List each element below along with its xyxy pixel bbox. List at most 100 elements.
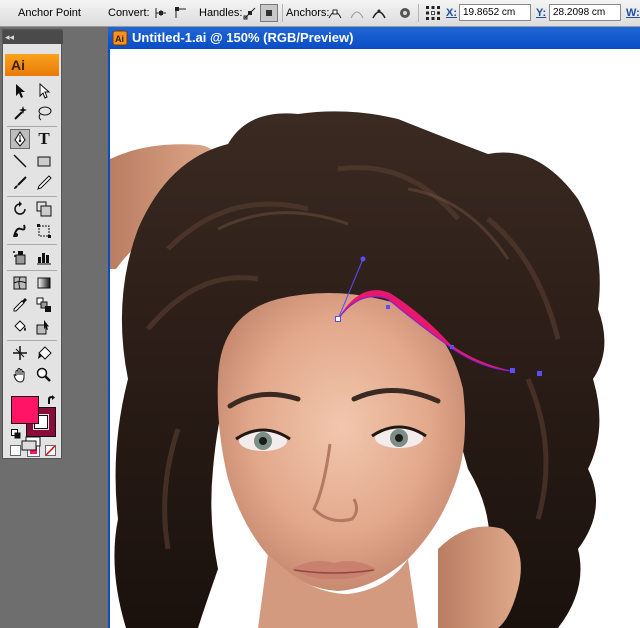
- warp-tool[interactable]: [10, 221, 30, 241]
- y-label: Y:: [536, 7, 547, 19]
- none-slash-icon: [46, 446, 55, 455]
- hide-handles-icon: [266, 10, 272, 16]
- separator: [7, 270, 57, 271]
- line-segment-tool[interactable]: [10, 151, 30, 171]
- mesh-icon: [13, 276, 27, 290]
- rectangle-tool[interactable]: [34, 151, 54, 171]
- slice-icon: [13, 346, 27, 360]
- eraser-tool[interactable]: [34, 343, 54, 363]
- hand-tool[interactable]: [10, 365, 30, 385]
- type-tool-glyph: T: [38, 129, 50, 148]
- isolate-button[interactable]: [396, 4, 414, 22]
- direct-selection-arrow-icon: [39, 83, 51, 99]
- blend-icon: [36, 297, 51, 312]
- ai-document-icon: Ai: [112, 30, 128, 46]
- anchor-point[interactable]: [386, 305, 390, 309]
- anchor-point[interactable]: [450, 345, 454, 349]
- lasso-icon: [38, 106, 52, 121]
- slice-tool[interactable]: [10, 343, 30, 363]
- eyedropper-tool[interactable]: [10, 295, 30, 315]
- convert-to-corner-button[interactable]: [152, 4, 170, 22]
- selection-tool[interactable]: [10, 81, 30, 101]
- eyedropper-icon: [13, 298, 27, 312]
- rotate-tool[interactable]: [10, 199, 30, 219]
- magic-wand-tool[interactable]: [10, 103, 30, 123]
- paint-bucket-icon: [14, 320, 26, 332]
- bezier-handle[interactable]: [360, 256, 366, 262]
- document-title: Untitled-1.ai @ 150% (RGB/Preview): [132, 30, 354, 45]
- convert-to-smooth-button[interactable]: [172, 4, 190, 22]
- direct-selection-tool[interactable]: [34, 81, 54, 101]
- w-label: W:: [626, 7, 640, 19]
- hide-handles-button[interactable]: [260, 4, 278, 22]
- document-titlebar[interactable]: Ai Untitled-1.ai @ 150% (RGB/Preview): [108, 27, 640, 49]
- eraser-icon: [38, 346, 52, 360]
- screen-mode-icon: [21, 436, 41, 451]
- type-tool[interactable]: T: [34, 129, 54, 149]
- screen-mode-button[interactable]: [20, 436, 42, 452]
- scale-tool[interactable]: [34, 199, 54, 219]
- anchor-point[interactable]: [510, 368, 515, 373]
- app-logo: Ai: [5, 54, 59, 76]
- tool-name-label: Anchor Point: [18, 7, 81, 19]
- convert-corner-icon: [155, 8, 166, 18]
- symbol-sprayer-icon: [13, 251, 26, 265]
- pencil-icon: [37, 175, 52, 190]
- live-paint-selection-tool[interactable]: [34, 317, 54, 337]
- swap-fill-stroke-icon[interactable]: [47, 392, 57, 404]
- reference-point-icon: [426, 6, 440, 20]
- document-window-edge: [108, 49, 110, 628]
- handles-label: Handles:: [199, 7, 243, 19]
- x-label: X:: [446, 7, 457, 19]
- y-position-field[interactable]: 28.2098 cm: [549, 4, 621, 21]
- pen-tool[interactable]: [10, 129, 30, 149]
- reference-point-button[interactable]: [424, 4, 442, 22]
- mesh-tool[interactable]: [10, 273, 30, 293]
- scale-icon: [36, 201, 52, 217]
- hand-icon: [13, 368, 25, 383]
- rotate-icon: [14, 201, 26, 215]
- gradient-icon: [37, 277, 51, 289]
- convert-label: Convert:: [108, 7, 150, 19]
- control-bar: Anchor Point Convert: Handles: Anchors: …: [0, 0, 640, 27]
- lasso-tool[interactable]: [34, 103, 54, 123]
- zoom-tool[interactable]: [34, 365, 54, 385]
- separator: [7, 340, 57, 341]
- live-paint-bucket-tool[interactable]: [10, 317, 30, 337]
- x-position-field[interactable]: 19.8652 cm: [459, 4, 531, 21]
- none-mode-button[interactable]: [45, 445, 56, 456]
- connect-path-icon: [372, 9, 386, 19]
- convert-smooth-icon: [175, 7, 186, 18]
- artboard-canvas[interactable]: [108, 49, 640, 628]
- column-graph-tool[interactable]: [34, 247, 54, 267]
- anchor-point[interactable]: [335, 316, 341, 322]
- fill-swatch[interactable]: [11, 396, 39, 424]
- show-handles-icon: [243, 7, 256, 20]
- blend-tool[interactable]: [34, 295, 54, 315]
- show-handles-button[interactable]: [241, 4, 259, 22]
- isolate-icon: [400, 8, 410, 18]
- gradient-tool[interactable]: [34, 273, 54, 293]
- live-paint-selection-icon: [36, 320, 49, 335]
- symbol-sprayer-tool[interactable]: [10, 247, 30, 267]
- free-transform-icon: [37, 224, 51, 238]
- default-colors-icon[interactable]: [11, 426, 21, 439]
- paintbrush-tool[interactable]: [10, 173, 30, 193]
- panel-collapse-grip[interactable]: ◂◂: [3, 30, 63, 44]
- remove-anchor-icon: [328, 9, 342, 19]
- selection-arrow-icon: [16, 84, 25, 98]
- connect-path-button[interactable]: [370, 4, 388, 22]
- pencil-tool[interactable]: [34, 173, 54, 193]
- separator: [282, 4, 283, 22]
- cut-path-button[interactable]: [348, 4, 366, 22]
- column-graph-icon: [37, 253, 51, 265]
- anchor-point[interactable]: [537, 371, 542, 376]
- separator: [7, 196, 57, 197]
- line-segment-icon: [13, 154, 27, 168]
- separator: [7, 244, 57, 245]
- document-window: Ai Untitled-1.ai @ 150% (RGB/Preview): [108, 27, 640, 628]
- free-transform-tool[interactable]: [34, 221, 54, 241]
- hand-shape: [438, 526, 521, 628]
- tools-panel: ◂◂ Ai T: [2, 29, 63, 459]
- remove-anchor-button[interactable]: [326, 4, 344, 22]
